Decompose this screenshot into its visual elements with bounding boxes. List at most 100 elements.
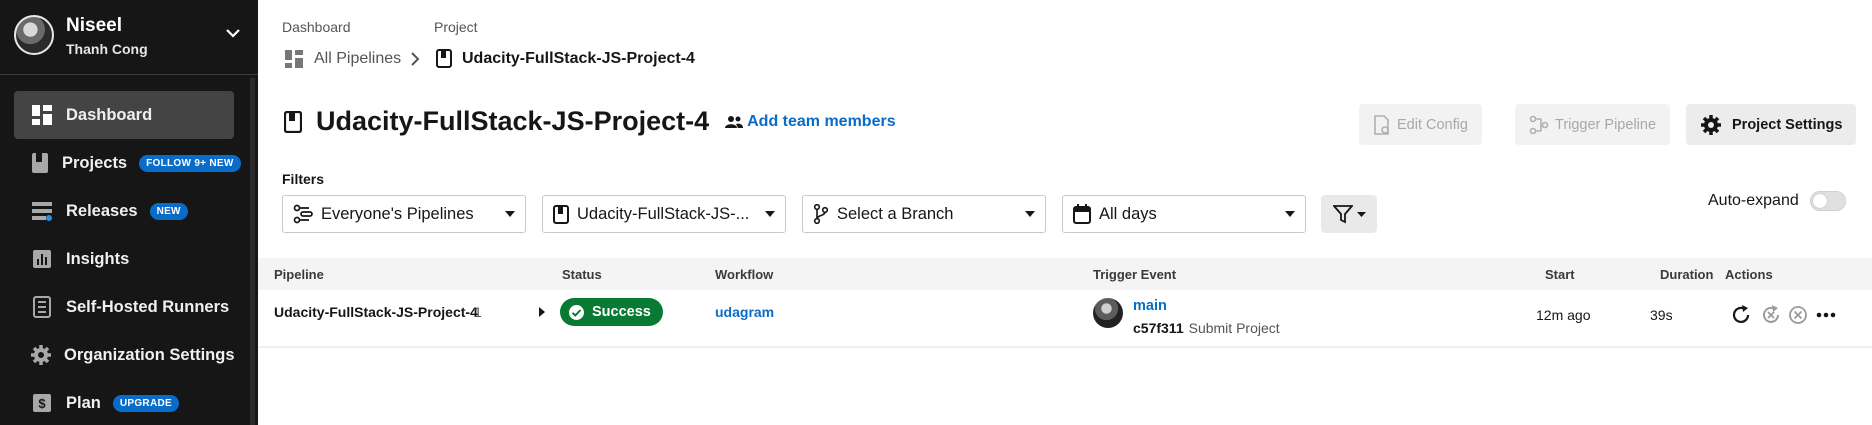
- org-switcher[interactable]: Niseel Thanh Cong: [0, 0, 258, 73]
- sidebar-scrollbar[interactable]: [250, 78, 255, 425]
- sidebar-item-plan[interactable]: $ Plan UPGRADE: [14, 379, 234, 425]
- caret-down-icon: [1285, 211, 1295, 217]
- add-team-label: Add team members: [747, 112, 896, 130]
- insights-icon: [30, 247, 54, 271]
- svg-text:$: $: [38, 396, 46, 411]
- chevron-down-icon[interactable]: [226, 28, 240, 38]
- pipelines-icon: [285, 50, 303, 68]
- commit-sha[interactable]: c57f311: [1133, 320, 1184, 336]
- filters-label: Filters: [282, 171, 325, 187]
- date-filter-dropdown[interactable]: All days: [1062, 195, 1306, 233]
- cancel-icon[interactable]: [1787, 304, 1809, 326]
- breadcrumb-current-project: Udacity-FullStack-JS-Project-4: [436, 49, 695, 68]
- dashboard-icon: [30, 103, 54, 127]
- sidebar-item-releases[interactable]: Releases NEW: [14, 187, 234, 235]
- projects-icon: [30, 151, 50, 175]
- all-pipelines-label: All Pipelines: [314, 50, 402, 67]
- toggle-knob: [1813, 194, 1827, 208]
- page-header: Udacity-FullStack-JS-Project-4 Add team …: [284, 106, 896, 137]
- add-team-members-link[interactable]: Add team members: [725, 113, 896, 131]
- sidebar-item-projects[interactable]: Projects FOLLOW 9+ NEW: [14, 139, 241, 187]
- table-header: Pipeline Status Workflow Trigger Event S…: [258, 258, 1872, 290]
- gear-icon: [1701, 114, 1721, 135]
- funnel-icon: [1332, 205, 1353, 224]
- status-badge[interactable]: Success: [560, 298, 663, 326]
- breadcrumb-project-label: Project: [434, 19, 478, 35]
- project-icon: [284, 110, 302, 133]
- org-avatar: [14, 15, 54, 55]
- expand-arrow-icon[interactable]: [539, 307, 545, 317]
- auto-expand-label: Auto-expand: [1708, 192, 1799, 209]
- start-time: 12m ago: [1536, 307, 1591, 323]
- chevron-right-icon: [411, 52, 420, 66]
- commit-info: c57f311 Submit Project: [1133, 320, 1280, 336]
- pipelines-filter-dropdown[interactable]: Everyone's Pipelines: [282, 195, 526, 233]
- sidebar-item-label: Projects: [62, 153, 128, 172]
- project-settings-label: Project Settings: [1732, 116, 1843, 133]
- sidebar-divider: [0, 74, 258, 75]
- col-duration: Duration: [1660, 267, 1714, 282]
- workflow-link[interactable]: udagram: [715, 304, 774, 320]
- sidebar-item-label: Dashboard: [66, 105, 153, 124]
- col-workflow: Workflow: [715, 267, 774, 282]
- duration: 39s: [1650, 307, 1673, 323]
- breadcrumb-all-pipelines[interactable]: All Pipelines: [284, 49, 401, 69]
- project-icon: [553, 204, 569, 224]
- more-options-icon[interactable]: [1816, 312, 1836, 318]
- project-filter-value: Udacity-FullStack-JS-...: [577, 204, 750, 223]
- table-row[interactable]: Udacity-FullStack-JS-Project-4 1 Success…: [258, 290, 1872, 348]
- sidebar-item-organization-settings[interactable]: Organization Settings: [14, 331, 235, 379]
- page-title: Udacity-FullStack-JS-Project-4: [316, 106, 710, 136]
- commit-message: Submit Project: [1188, 320, 1280, 336]
- sidebar-item-label: Self-Hosted Runners: [66, 297, 230, 316]
- people-icon: [725, 115, 744, 128]
- releases-icon: [30, 199, 54, 223]
- edit-config-label: Edit Config: [1397, 116, 1468, 133]
- gear-icon: [30, 343, 52, 367]
- caret-down-icon: [505, 211, 515, 217]
- col-actions: Actions: [1725, 267, 1773, 282]
- breadcrumb-dashboard-label: Dashboard: [282, 19, 351, 35]
- sidebar-item-label: Releases: [66, 201, 138, 220]
- pipelines-filter-icon: [293, 204, 313, 224]
- calendar-icon: [1073, 204, 1091, 224]
- auto-expand-toggle[interactable]: [1810, 191, 1846, 211]
- project-settings-button[interactable]: Project Settings: [1686, 104, 1857, 145]
- project-icon: [436, 49, 452, 68]
- trigger-pipeline-label: Trigger Pipeline: [1555, 116, 1657, 133]
- sidebar: Niseel Thanh Cong Dashboard Projects FOL…: [0, 0, 258, 425]
- caret-down-icon: [765, 211, 775, 217]
- plan-icon: $: [30, 391, 54, 415]
- sidebar-item-label: Organization Settings: [64, 345, 235, 364]
- current-project-label: Udacity-FullStack-JS-Project-4: [462, 49, 695, 67]
- branch-filter-dropdown[interactable]: Select a Branch: [802, 195, 1046, 233]
- sidebar-item-label: Insights: [66, 249, 130, 268]
- avatar: [1093, 298, 1123, 328]
- pipeline-name-link[interactable]: Udacity-FullStack-JS-Project-4: [274, 304, 478, 320]
- col-pipeline: Pipeline: [274, 267, 324, 282]
- sidebar-item-runners[interactable]: Self-Hosted Runners: [14, 283, 234, 331]
- rerun-failed-icon[interactable]: [1760, 304, 1782, 326]
- main-content: Dashboard Project All Pipelines Udacity-…: [258, 0, 1872, 425]
- col-status: Status: [562, 267, 602, 282]
- branch-link[interactable]: main: [1133, 298, 1167, 314]
- branch-filter-value: Select a Branch: [837, 204, 954, 223]
- rerun-icon[interactable]: [1730, 304, 1752, 326]
- org-name: Niseel: [66, 15, 122, 36]
- trigger-pipeline-button[interactable]: Trigger Pipeline: [1515, 104, 1671, 145]
- sidebar-item-dashboard[interactable]: Dashboard: [14, 91, 234, 139]
- edit-config-button[interactable]: Edit Config: [1359, 104, 1482, 145]
- new-badge: NEW: [149, 202, 188, 220]
- col-trigger: Trigger Event: [1093, 267, 1177, 282]
- follow-badge[interactable]: FOLLOW 9+ NEW: [139, 154, 241, 172]
- upgrade-badge[interactable]: UPGRADE: [112, 394, 179, 412]
- sidebar-item-insights[interactable]: Insights: [14, 235, 234, 283]
- date-filter-value: All days: [1099, 204, 1157, 223]
- more-filters-button[interactable]: [1321, 195, 1377, 233]
- file-edit-icon: [1374, 114, 1389, 135]
- pipeline-trigger-icon: [1529, 115, 1549, 134]
- status-label: Success: [592, 304, 651, 320]
- pipeline-number[interactable]: 1: [474, 304, 482, 320]
- check-circle-icon: [569, 304, 584, 320]
- project-filter-dropdown[interactable]: Udacity-FullStack-JS-...: [542, 195, 786, 233]
